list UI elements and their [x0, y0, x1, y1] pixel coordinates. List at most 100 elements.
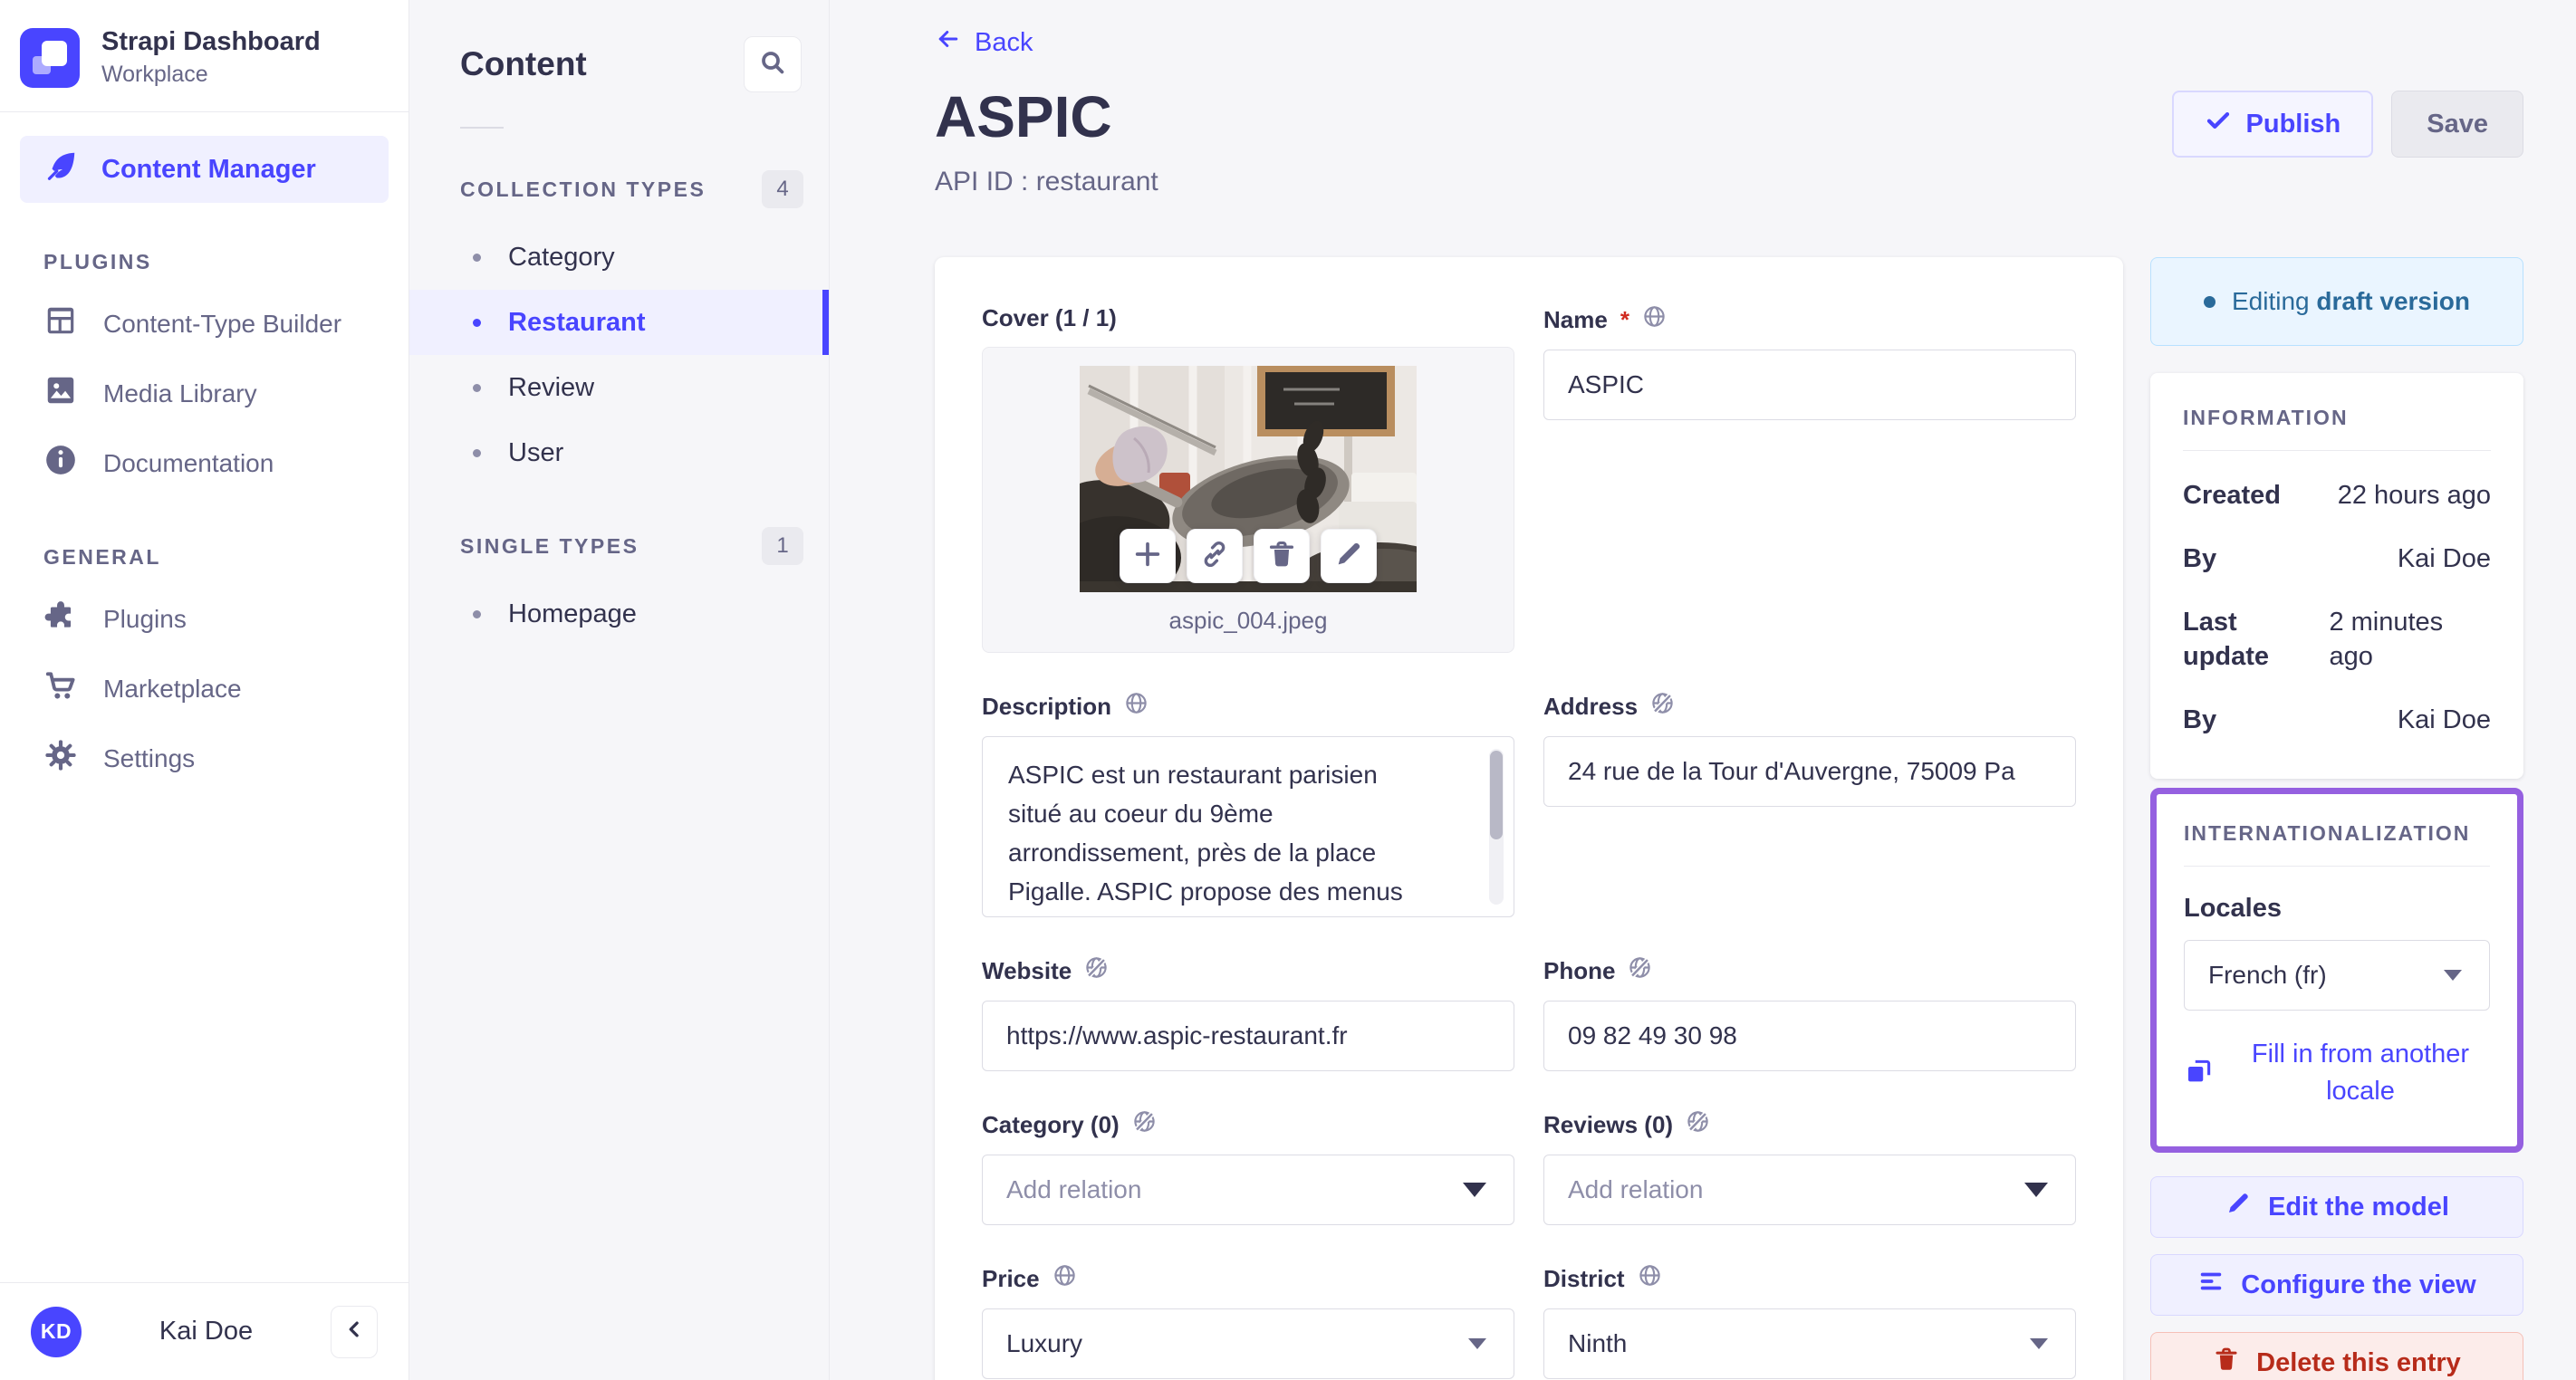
bullet-icon [473, 383, 481, 392]
sidebar-item-label: Content Manager [101, 154, 316, 184]
sidebar-item-label: Settings [103, 743, 196, 772]
sidebar-item-label: Content-Type Builder [103, 309, 342, 338]
field-phone: Phone [1543, 955, 2076, 1071]
sidebar-item-marketplace[interactable]: Marketplace [0, 654, 409, 724]
delete-entry-button[interactable]: Delete this entry [2150, 1332, 2523, 1380]
required-mark: * [1620, 305, 1629, 333]
info-label: Last update [2183, 608, 2270, 671]
sidebar-item-plugins[interactable]: Plugins [0, 584, 409, 654]
sidebar-item-content-type-builder[interactable]: Content-Type Builder [0, 289, 409, 359]
subnav-item-restaurant[interactable]: Restaurant [409, 290, 829, 355]
bullet-icon [473, 318, 481, 327]
info-row-created: Created 22 hours ago [2183, 478, 2491, 513]
content-subnav: Content COLLECTION TYPES 4 Category Rest… [409, 0, 830, 1380]
field-label: Cover (1 / 1) [982, 304, 1117, 331]
collapse-sidebar-button[interactable] [331, 1305, 378, 1358]
address-input[interactable] [1543, 736, 2076, 807]
select-placeholder: Add relation [1568, 1175, 1704, 1203]
subnav-item-review[interactable]: Review [409, 355, 829, 420]
sidebar-item-label: Marketplace [103, 674, 242, 703]
info-row-created-by: By Kai Doe [2183, 541, 2491, 576]
panel-divider [2183, 450, 2491, 451]
globe-striked-icon [1132, 1109, 1157, 1140]
page-title: ASPIC [935, 84, 1112, 149]
layout-icon [43, 303, 78, 344]
chevron-down-icon [2444, 970, 2462, 981]
right-panel: Editing draft version INFORMATION Create… [2150, 257, 2523, 1380]
configure-view-button[interactable]: Configure the view [2150, 1254, 2523, 1316]
reviews-relation-select[interactable]: Add relation [1543, 1155, 2076, 1225]
field-cover: Cover (1 / 1) aspic_004.jpeg [982, 304, 1514, 653]
avatar[interactable]: KD [31, 1306, 82, 1357]
back-link[interactable]: Back [935, 25, 1033, 60]
subnav-item-label: Restaurant [508, 307, 646, 337]
copy-icon [2184, 1056, 2215, 1091]
pencil-icon [2225, 1190, 2252, 1224]
field-label: Price [982, 1264, 1040, 1292]
image-icon [43, 373, 78, 414]
field-label: Website [982, 956, 1072, 984]
category-relation-select[interactable]: Add relation [982, 1155, 1514, 1225]
subnav-title: Content [460, 45, 587, 82]
sidebar-section-general: GENERAL Plugins Marketplace Settings [0, 545, 409, 793]
edit-model-button[interactable]: Edit the model [2150, 1176, 2523, 1238]
sidebar-item-documentation[interactable]: Documentation [0, 428, 409, 498]
search-button[interactable] [744, 36, 802, 92]
subnav-item-category[interactable]: Category [409, 225, 829, 290]
section-heading: GENERAL [43, 545, 161, 569]
user-row: KD Kai Doe [0, 1282, 409, 1380]
delete-media-button[interactable] [1254, 529, 1310, 583]
globe-icon [1124, 691, 1149, 722]
subnav-item-label: Category [508, 242, 615, 272]
fill-from-locale-link[interactable]: Fill in from another locale [2184, 1036, 2490, 1110]
globe-striked-icon [1650, 691, 1675, 722]
subnav-item-homepage[interactable]: Homepage [409, 581, 829, 647]
subnav-item-user[interactable]: User [409, 420, 829, 485]
save-label: Save [2427, 109, 2488, 139]
field-label: Category (0) [982, 1110, 1120, 1138]
sidebar-item-content-manager[interactable]: Content Manager [20, 136, 389, 203]
save-button[interactable]: Save [2391, 91, 2523, 158]
district-select[interactable]: Ninth [1543, 1308, 2076, 1379]
workspace-title: Strapi Dashboard [101, 27, 321, 56]
scrollbar-track[interactable] [1489, 749, 1504, 905]
field-category: Category (0) Add relation [982, 1109, 1514, 1225]
locales-label: Locales [2184, 894, 2282, 923]
chevron-down-icon [1463, 1183, 1486, 1197]
subnav-divider [460, 127, 504, 129]
fill-link-label: Fill in from another locale [2251, 1040, 2470, 1106]
strapi-logo [20, 27, 80, 88]
pencil-icon [1333, 539, 1364, 574]
sidebar-item-label: Media Library [103, 379, 257, 407]
name-input[interactable] [1543, 350, 2076, 420]
chevron-left-icon [341, 1316, 368, 1347]
phone-input[interactable] [1543, 1001, 2076, 1071]
price-select[interactable]: Luxury [982, 1308, 1514, 1379]
copy-link-button[interactable] [1187, 529, 1243, 583]
gear-icon [43, 738, 78, 779]
workspace-brand[interactable]: Strapi Dashboard Workplace [0, 0, 409, 111]
workspace-subtitle: Workplace [101, 62, 208, 87]
publish-button[interactable]: Publish [2171, 91, 2374, 158]
subnav-item-label: User [508, 437, 564, 467]
locale-select[interactable]: French (fr) [2184, 940, 2490, 1011]
field-label: Address [1543, 692, 1639, 720]
internationalization-title: INTERNATIONALIZATION [2184, 821, 2471, 845]
entry-form-card: Cover (1 / 1) aspic_004.jpeg Name * ASPI… [935, 257, 2123, 1380]
sidebar-section-plugins: PLUGINS Content-Type Builder Media Libra… [0, 250, 409, 498]
globe-striked-icon [1628, 955, 1652, 986]
section-heading: PLUGINS [43, 250, 152, 273]
scrollbar-thumb[interactable] [1490, 751, 1503, 839]
sidebar-item-media-library[interactable]: Media Library [0, 359, 409, 428]
group-heading: COLLECTION TYPES [460, 177, 706, 201]
plus-icon [1132, 539, 1163, 574]
description-textarea[interactable]: ASPIC est un restaurant parisien situé a… [982, 736, 1514, 917]
status-badge: Editing draft version [2150, 257, 2523, 346]
edit-media-button[interactable] [1321, 529, 1377, 583]
add-media-button[interactable] [1120, 529, 1176, 583]
info-value: 22 hours ago [2337, 481, 2491, 510]
sidebar-item-settings[interactable]: Settings [0, 724, 409, 793]
website-input[interactable] [982, 1001, 1514, 1071]
field-description: Description ASPIC est un restaurant pari… [982, 691, 1514, 917]
bullet-icon [473, 448, 481, 457]
